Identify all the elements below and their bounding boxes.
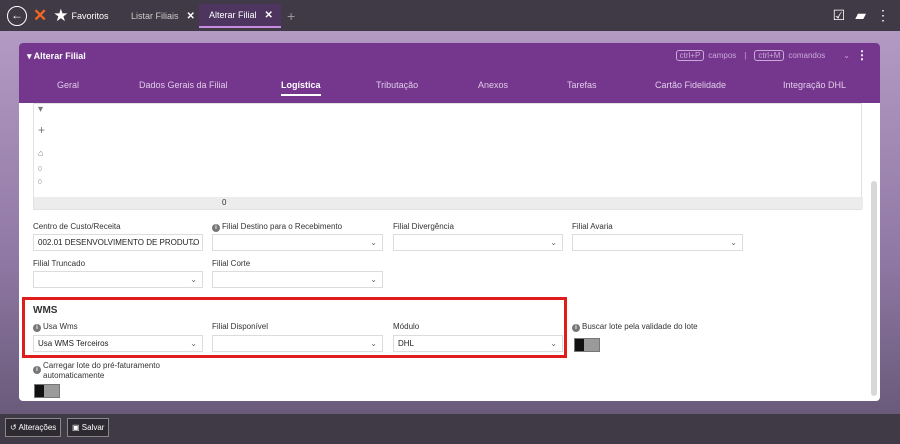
tab-label: Listar Filiais xyxy=(131,11,179,21)
carregar-lote-label: i Carregar lote do pré-faturamento autom… xyxy=(33,361,160,381)
info-icon: i xyxy=(33,324,41,332)
filial-avaria-label: Filial Avaria xyxy=(572,222,613,231)
chevron-down-icon: ⌄ xyxy=(370,339,377,348)
filial-truncado-label: Filial Truncado xyxy=(33,259,86,268)
more-vert-icon[interactable]: ⋮ xyxy=(876,7,890,24)
chevron-down-icon: ⌄ xyxy=(550,238,557,247)
vertical-scrollbar[interactable] xyxy=(871,181,877,396)
grid-footer: 0 xyxy=(34,197,863,209)
tab-logistica[interactable]: Logística xyxy=(281,80,321,96)
carregar-lote-toggle[interactable] xyxy=(34,384,60,398)
panel-tabs: Geral Dados Gerais da Filial Logística T… xyxy=(19,77,880,101)
top-right-icons: ☑ ▰ ⋮ xyxy=(833,0,900,31)
trash-icon[interactable]: ⌂ xyxy=(38,148,43,158)
info-icon: i xyxy=(572,324,580,332)
shortcut-key: ctrl+M xyxy=(754,50,785,61)
modulo-label: Módulo xyxy=(393,322,420,331)
filial-divergencia-label: Filial Divergência xyxy=(393,222,454,231)
chevron-down-icon[interactable]: ▾ xyxy=(38,104,43,115)
label-text-line1: Carregar lote do pré-faturamento xyxy=(43,361,160,370)
usa-wms-label: i Usa Wms xyxy=(33,322,78,332)
label-text: Usa Wms xyxy=(43,322,78,331)
add-icon[interactable]: + xyxy=(38,123,45,137)
chevron-down-icon: ⌄ xyxy=(190,238,197,247)
chevron-down-icon: ⌄ xyxy=(190,339,197,348)
filial-corte-select[interactable]: ⌄ xyxy=(212,271,383,288)
shortcuts-bar: ctrl+P campos | ctrl+M comandos ⌄ xyxy=(675,50,850,61)
grid-footer-total: 0 xyxy=(222,198,227,207)
filial-destino-label: i Filial Destino para o Recebimento xyxy=(212,222,342,232)
tab-listar-filiais[interactable]: Listar Filiais ✕ xyxy=(131,4,195,28)
alteracoes-button[interactable]: ↺ Alterações xyxy=(5,418,62,437)
chevron-down-icon: ⌄ xyxy=(730,238,737,247)
data-grid: ▾ + ⌂ 0 0 0 xyxy=(33,103,863,210)
shortcut-label[interactable]: campos xyxy=(708,51,736,60)
filial-divergencia-select[interactable]: ⌄ xyxy=(393,234,563,251)
chevron-down-icon: ⌄ xyxy=(370,275,377,284)
chevron-down-icon: ⌄ xyxy=(550,339,557,348)
close-icon[interactable]: ✕ xyxy=(187,11,195,22)
button-label: Salvar xyxy=(81,423,105,432)
panel-title[interactable]: ▾ Alterar Filial xyxy=(27,51,86,62)
add-tab-button[interactable]: + xyxy=(287,8,295,24)
chat-icon[interactable]: ▰ xyxy=(855,7,866,24)
info-icon: i xyxy=(33,366,41,374)
filial-disponivel-label: Filial Disponível xyxy=(212,322,269,331)
salvar-button[interactable]: ▣ Salvar xyxy=(67,418,110,437)
filial-truncado-select[interactable]: ⌄ xyxy=(33,271,203,288)
centro-custo-label: Centro de Custo/Receita xyxy=(33,222,121,231)
panel-header: ▾ Alterar Filial ctrl+P campos | ctrl+M … xyxy=(19,43,880,103)
wms-section-title: WMS xyxy=(33,305,58,316)
clipboard-check-icon[interactable]: ☑ xyxy=(833,7,846,24)
modulo-select[interactable]: DHL ⌄ xyxy=(393,335,563,352)
tab-tarefas[interactable]: Tarefas xyxy=(567,80,597,90)
filial-destino-select[interactable]: ⌄ xyxy=(212,234,383,251)
tab-integracao-dhl[interactable]: Integração DHL xyxy=(783,80,846,90)
filial-avaria-select[interactable]: ⌄ xyxy=(572,234,743,251)
filial-corte-label: Filial Corte xyxy=(212,259,251,268)
favorites-link[interactable]: Favoritos xyxy=(72,11,109,21)
tab-alterar-filial[interactable]: Alterar Filial ✕ xyxy=(199,4,281,28)
label-text: Filial Destino para o Recebimento xyxy=(222,222,343,231)
select-value: Usa WMS Terceiros xyxy=(38,339,109,348)
chevron-down-icon: ⌄ xyxy=(370,238,377,247)
select-value: 002.01 DESENVOLVIMENTO DE PRODUTO xyxy=(38,238,200,247)
shortcut-key: ctrl+P xyxy=(675,50,705,61)
button-label: Alterações xyxy=(18,423,57,432)
tab-cartao-fidelidade[interactable]: Cartão Fidelidade xyxy=(655,80,726,90)
filial-disponivel-select[interactable]: ⌄ xyxy=(212,335,383,352)
select-value: DHL xyxy=(398,339,415,348)
more-vert-icon[interactable]: ⋮ xyxy=(856,48,868,62)
tab-anexos[interactable]: Anexos xyxy=(478,80,508,90)
history-icon: ↺ xyxy=(10,423,17,432)
grid-toolbar: ▾ + ⌂ 0 0 xyxy=(34,104,48,198)
label-text: Buscar lote pela validade do lote xyxy=(582,322,698,331)
usa-wms-select[interactable]: Usa WMS Terceiros ⌄ xyxy=(33,335,203,352)
tab-geral[interactable]: Geral xyxy=(57,80,79,90)
star-icon[interactable]: ★ xyxy=(53,6,68,26)
tab-tributacao[interactable]: Tributação xyxy=(376,80,418,90)
grid-counter: 0 xyxy=(38,166,42,173)
info-icon: i xyxy=(212,224,220,232)
tab-dados-gerais[interactable]: Dados Gerais da Filial xyxy=(139,80,228,90)
alterar-filial-panel: ▾ Alterar Filial ctrl+P campos | ctrl+M … xyxy=(19,43,880,401)
bottom-action-bar xyxy=(0,414,900,444)
close-icon[interactable]: ✕ xyxy=(265,10,273,21)
app-logo[interactable]: ✕ xyxy=(33,6,47,26)
save-icon: ▣ xyxy=(72,423,80,432)
label-text-line2: automaticamente xyxy=(43,371,105,380)
shortcut-separator: | xyxy=(744,51,747,60)
grid-counter: 0 xyxy=(38,179,42,186)
shortcut-label[interactable]: comandos xyxy=(788,51,825,60)
chevron-down-icon[interactable]: ⌄ xyxy=(843,51,850,60)
buscar-lote-toggle[interactable] xyxy=(574,338,600,352)
centro-custo-select[interactable]: 002.01 DESENVOLVIMENTO DE PRODUTO ⌄ xyxy=(33,234,203,251)
tab-label: Alterar Filial xyxy=(209,10,257,20)
back-icon[interactable]: ← xyxy=(7,5,27,26)
chevron-down-icon: ⌄ xyxy=(190,275,197,284)
buscar-lote-label: i Buscar lote pela validade do lote xyxy=(572,322,698,332)
